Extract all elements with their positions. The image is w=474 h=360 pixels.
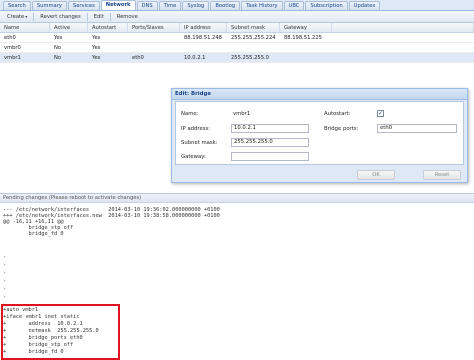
cell-ip: 10.0.2.1 bbox=[184, 55, 206, 61]
tab-task-history[interactable]: Task History bbox=[241, 1, 283, 10]
diff-line: - bbox=[3, 294, 7, 300]
name-label: Name: bbox=[181, 111, 199, 117]
toolbar: Create▾ Revert changes Edit Remove bbox=[0, 11, 474, 23]
cell-gateway bbox=[280, 43, 332, 52]
toolbar-separator bbox=[86, 12, 88, 21]
highlight-box bbox=[1, 304, 120, 360]
subnet-mask-field[interactable]: 255.255.255.0 bbox=[231, 138, 309, 147]
check-icon: ✓ bbox=[378, 110, 384, 117]
tab-summary[interactable]: Summary bbox=[31, 1, 67, 10]
create-label: Create bbox=[7, 13, 25, 20]
cell-ports: eth0 bbox=[132, 55, 144, 61]
tab-bar: Search Summary Services Network DNS Time Syslo… bbox=[0, 0, 474, 11]
tab-subscription[interactable]: Subscription bbox=[305, 1, 348, 10]
cell-ip bbox=[180, 43, 227, 52]
tab-services[interactable]: Services bbox=[67, 1, 100, 10]
table-row[interactable]: vmbr0 No Yes bbox=[0, 43, 474, 53]
column-header[interactable]: Active bbox=[50, 23, 88, 32]
column-header[interactable]: Gateway bbox=[280, 23, 332, 32]
diff-line: - bbox=[3, 254, 7, 260]
cell-autostart: Yes bbox=[92, 55, 101, 61]
diff-line: bridge_fd 0 bbox=[3, 231, 64, 237]
diff-line: - bbox=[3, 270, 7, 276]
cell-ip: 88.198.51.248 bbox=[184, 35, 222, 41]
gateway-field[interactable] bbox=[231, 152, 309, 161]
diff-line: - bbox=[3, 262, 7, 268]
create-button[interactable]: Create▾ bbox=[3, 13, 31, 21]
revert-changes-button[interactable]: Revert changes bbox=[36, 13, 84, 21]
toolbar-separator bbox=[33, 12, 35, 21]
tab-syslog[interactable]: Syslog bbox=[182, 1, 210, 10]
mask-label: Subnet mask: bbox=[181, 140, 218, 146]
tab-search[interactable]: Search bbox=[3, 1, 31, 10]
dialog-title[interactable]: Edit: Bridge bbox=[172, 89, 467, 100]
ip-label: IP address: bbox=[181, 126, 211, 132]
tab-updates[interactable]: Updates bbox=[348, 1, 381, 10]
cell-active: No bbox=[54, 55, 62, 61]
toolbar-separator bbox=[109, 12, 111, 21]
tab-network[interactable]: Network bbox=[100, 0, 136, 10]
table-row[interactable]: eth0 Yes Yes 88.198.51.248 255.255.255.2… bbox=[0, 33, 474, 43]
cell-mask: 255.255.255.224 bbox=[231, 35, 276, 41]
column-header[interactable]: Ports/Slaves bbox=[128, 23, 180, 32]
column-header[interactable]: Autostart bbox=[88, 23, 128, 32]
cell-mask: 255.255.255.0 bbox=[231, 55, 269, 61]
name-value: vmbr1 bbox=[233, 111, 251, 117]
pending-changes-header: Pending changes (Please reboot to activa… bbox=[0, 193, 474, 203]
cell-name: eth0 bbox=[4, 35, 16, 41]
remove-button[interactable]: Remove bbox=[113, 13, 142, 21]
tab-ubc[interactable]: UBC bbox=[283, 1, 305, 10]
tab-dns[interactable]: DNS bbox=[136, 1, 158, 10]
autostart-checkbox[interactable]: ✓ bbox=[377, 110, 384, 117]
cell-mask bbox=[227, 43, 280, 52]
cell-autostart: Yes bbox=[92, 45, 101, 51]
chevron-down-icon: ▾ bbox=[25, 13, 28, 19]
column-header[interactable]: Name bbox=[0, 23, 50, 32]
bridge-ports-field[interactable]: eth0 bbox=[377, 124, 457, 133]
column-header-filler bbox=[332, 23, 474, 32]
diff-line: - bbox=[3, 278, 7, 284]
table-row-selected[interactable]: vmbr1 No Yes eth0 10.0.2.1 255.255.255.0 bbox=[0, 53, 474, 63]
cell-gateway: 88.198.51.225 bbox=[284, 35, 322, 41]
grid-header: Name Active Autostart Ports/Slaves IP ad… bbox=[0, 23, 474, 33]
diff-line: - bbox=[3, 286, 7, 292]
network-grid: Name Active Autostart Ports/Slaves IP ad… bbox=[0, 23, 474, 63]
cell-autostart: Yes bbox=[92, 35, 101, 41]
edit-button[interactable]: Edit bbox=[90, 13, 108, 21]
tab-time[interactable]: Time bbox=[158, 1, 182, 10]
column-header[interactable]: Subnet mask bbox=[227, 23, 280, 32]
cell-name: vmbr1 bbox=[4, 55, 21, 61]
edit-bridge-dialog: Edit: Bridge Name: vmbr1 IP address: 10.… bbox=[171, 88, 468, 183]
gateway-label: Gateway: bbox=[181, 154, 206, 160]
bridge-ports-label: Bridge ports: bbox=[324, 126, 359, 132]
cell-gateway bbox=[280, 53, 332, 62]
reset-button[interactable]: Reset bbox=[423, 170, 461, 180]
cell-name: vmbr0 bbox=[4, 45, 21, 51]
tab-bootlog[interactable]: Bootlog bbox=[210, 1, 241, 10]
ip-address-field[interactable]: 10.0.2.1 bbox=[231, 124, 309, 133]
column-header[interactable]: IP address bbox=[180, 23, 227, 32]
dialog-form: Name: vmbr1 IP address: 10.0.2.1 Subnet … bbox=[175, 101, 464, 165]
cell-ports bbox=[128, 33, 180, 42]
ok-button[interactable]: OK bbox=[357, 170, 395, 180]
cell-active: No bbox=[54, 45, 62, 51]
cell-active: Yes bbox=[54, 35, 63, 41]
cell-ports bbox=[128, 43, 180, 52]
autostart-label: Autostart: bbox=[324, 111, 351, 117]
